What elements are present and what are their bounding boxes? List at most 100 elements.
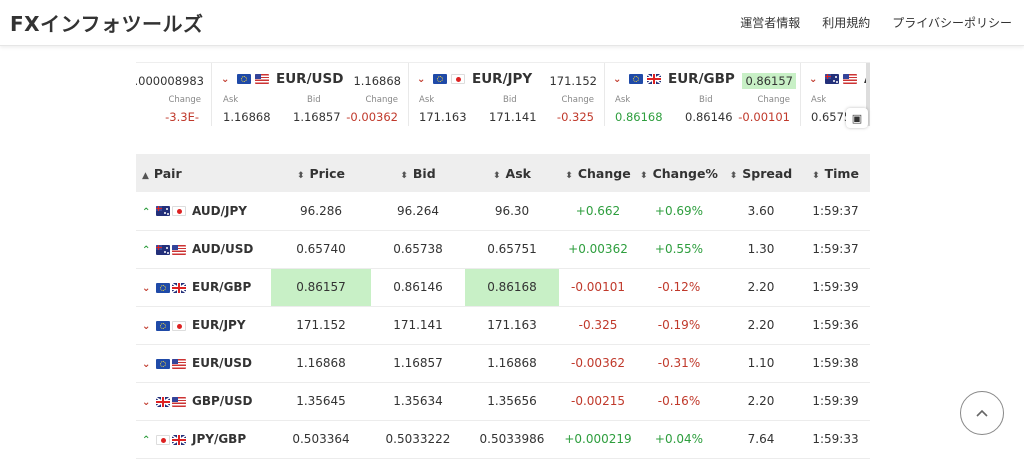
col-header-change-pct[interactable]: ⬍ Change% (637, 154, 721, 192)
cell-ask: 1.35656 (487, 394, 537, 408)
cell-spread: 2.20 (747, 280, 775, 294)
back-to-top-button[interactable] (960, 391, 1004, 435)
sort-icon: ⬍ (493, 170, 501, 181)
cell-change: -0.00101 (571, 280, 625, 294)
table-row[interactable]: ⌄ GBP/USD 1.35645 1.35634 1.35656 -0.00215 -0.… (136, 382, 870, 420)
ticker-pair-name: EUR/USD (276, 71, 344, 87)
ticker-price: 0.86157 (742, 73, 796, 89)
cell-change-pct: +0.69% (654, 203, 704, 218)
table-row[interactable]: ⌄ EUR/GBP 0.86157 0.86146 0.86168 -0.00101 -0.… (136, 268, 870, 306)
ticker-pair: ⌄ EUR/JPY (417, 71, 532, 87)
cell-price: 1.16868 (296, 356, 346, 370)
col-header-label: Spread (742, 165, 793, 181)
flag-us-icon (172, 244, 186, 255)
flag-eu-icon (237, 74, 251, 84)
ticker-bid-label: Bid (503, 95, 517, 105)
ticker-change-value: -0.00101 (738, 110, 790, 124)
col-header-label: Pair (153, 165, 182, 181)
cell-spread: 2.20 (747, 318, 775, 332)
flag-jp-icon (451, 74, 465, 84)
col-header-change[interactable]: ⬍ Change (559, 154, 637, 192)
nav-link-privacy[interactable]: プライバシーポリシー (892, 14, 1012, 31)
ticker-change-value: -0.325 (556, 110, 594, 124)
cell-ask: 0.65751 (487, 242, 537, 256)
cell-bid: 0.86146 (393, 280, 443, 294)
ticker-bid-label: Bid (307, 95, 321, 105)
cell-bid: 1.16857 (393, 356, 443, 370)
flag-gb-icon (172, 282, 186, 293)
ticker-change-label: Change (757, 95, 790, 105)
col-header-label: Ask (505, 165, 531, 181)
flag-gb-icon (172, 434, 186, 445)
ticker-pair-name: EUR/GBP (668, 71, 735, 87)
table-row[interactable]: ⌃ AUD/USD 0.65740 0.65738 0.65751 +0.00362 +0.… (136, 230, 870, 268)
cell-change: +0.00362 (568, 242, 628, 256)
flag-eu-icon (156, 358, 170, 369)
cell-pair: ⌄ EUR/GBP (136, 268, 271, 306)
cell-price: 0.503364 (292, 432, 350, 446)
cell-time: 1:59:39 (812, 280, 859, 294)
col-header-pair[interactable]: ▲ Pair (136, 154, 271, 192)
nav-link-terms[interactable]: 利用規約 (822, 14, 870, 31)
ticker-ask-value: 1.16868 (223, 110, 271, 124)
table-header-row: ▲ Pair ⬍ Price ⬍ Bid ⬍ Ask ⬍ Change ⬍ Change% … (136, 154, 870, 192)
table-row[interactable]: ⌃ JPY/GBP 0.503364 0.5033222 0.5033986 +0.000… (136, 420, 870, 458)
col-header-spread[interactable]: ⬍ Spread (721, 154, 801, 192)
flag-jp-icon (156, 434, 170, 445)
cell-change: -0.00362 (571, 356, 625, 370)
table-row[interactable]: ⌃ AUD/JPY 96.286 96.264 96.30 +0.662 +0.69% 3.6… (136, 192, 870, 230)
cell-spread: 3.60 (747, 203, 775, 218)
ticker-change-label: Change (561, 95, 594, 105)
cell-time: 1:59:39 (812, 394, 859, 408)
ticker-card[interactable]: ⌄ EUR/GBP 0.86157 Ask Bid Change 0.86168 0.8614… (605, 63, 801, 126)
chevron-up-icon: ⌃ (142, 206, 151, 218)
ticker-card-partial-left[interactable]: 0.000008983 Change 08983 -3.3E- (136, 63, 212, 126)
pair-name: JPY/GBP (192, 432, 247, 446)
cell-price: 96.286 (300, 203, 342, 218)
cell-change: -0.00215 (571, 394, 625, 408)
ticker-card[interactable]: ⌄ EUR/JPY 171.152 Ask Bid Change 171.163 171.14… (409, 63, 605, 126)
cell-spread: 1.10 (747, 356, 775, 370)
table-row[interactable]: ⌄ EUR/JPY 171.152 171.141 171.163 -0.325 -0.19… (136, 306, 870, 344)
cell-bid: 0.5033222 (385, 432, 451, 446)
cell-price: 0.86157 (271, 268, 371, 306)
ticker-pair: ⌄AU (809, 71, 870, 87)
cell-change-pct: -0.19% (657, 318, 701, 332)
col-header-price[interactable]: ⬍ Price (271, 154, 371, 192)
cell-change-pct: -0.12% (657, 280, 701, 294)
ticker-change-label: Change (168, 95, 201, 105)
cell-ask: 0.86168 (465, 268, 559, 306)
cell-pair: ⌃ AUD/USD (136, 230, 271, 268)
cell-change-pct: +0.55% (654, 242, 704, 256)
ticker-change-value: -3.3E- (165, 110, 199, 124)
ticker-price: 171.152 (549, 74, 597, 88)
cell-pair: ⌃ AUD/JPY (136, 192, 271, 230)
col-header-bid[interactable]: ⬍ Bid (371, 154, 465, 192)
ticker-pair: ⌄ EUR/GBP (613, 71, 735, 87)
chevron-up-icon: ⌃ (142, 435, 151, 446)
site-logo[interactable]: FXインフォツールズ (10, 8, 203, 37)
col-header-time[interactable]: ⬍ Time (801, 154, 870, 192)
cell-ask: 171.163 (487, 318, 537, 332)
ticker-card[interactable]: ⌄ EUR/USD 1.16868 Ask Bid Change 1.16868 1.1685… (213, 63, 409, 126)
chevron-down-icon: ⌄ (142, 283, 151, 294)
cell-ask: 96.30 (494, 203, 530, 218)
cell-spread: 1.30 (747, 242, 775, 256)
cell-change-pct: +0.04% (654, 432, 704, 446)
chevron-down-icon: ⌄ (142, 359, 151, 370)
ticker-bid-value: 0.86146 (685, 110, 733, 124)
rates-table: ▲ Pair ⬍ Price ⬍ Bid ⬍ Ask ⬍ Change ⬍ Change% … (136, 154, 870, 459)
chevron-down-icon: ⌄ (221, 73, 230, 85)
nav-link-about[interactable]: 運営者情報 (740, 14, 800, 31)
col-header-ask[interactable]: ⬍ Ask (465, 154, 559, 192)
pair-name: AUD/JPY (192, 203, 247, 218)
main-nav: 運営者情報 利用規約 プライバシーポリシー (740, 14, 1012, 31)
flag-eu-icon (433, 74, 447, 84)
cell-spread: 2.20 (747, 394, 775, 408)
cell-change: +0.662 (575, 203, 621, 218)
ticker-pair-name: EUR/JPY (472, 71, 533, 87)
ticker-change-label: Change (365, 95, 398, 105)
cell-price: 171.152 (296, 318, 346, 332)
table-row[interactable]: ⌄ EUR/USD 1.16868 1.16857 1.16868 -0.00362 -0.… (136, 344, 870, 382)
cube-icon[interactable]: ▣ (846, 108, 868, 128)
